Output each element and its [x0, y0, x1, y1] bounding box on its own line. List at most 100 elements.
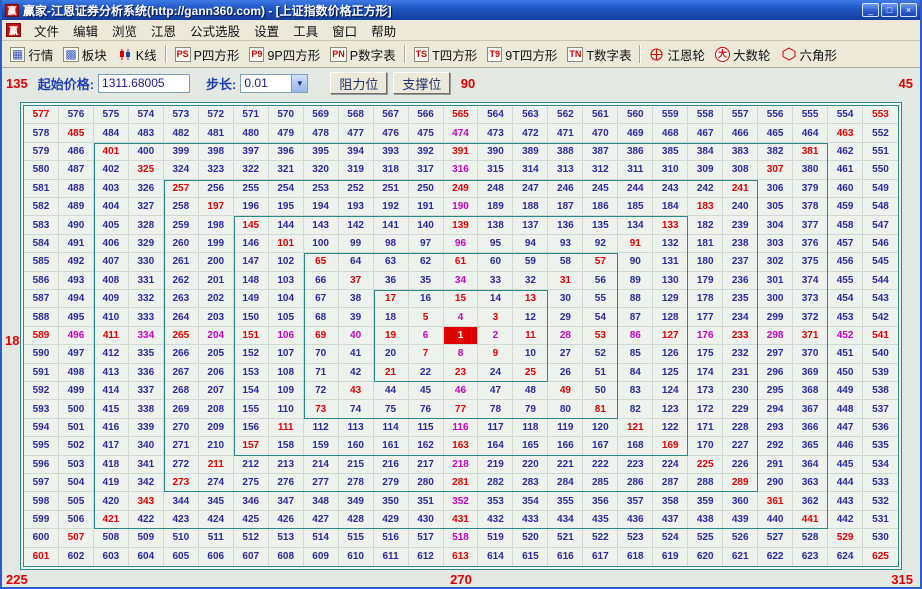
grid-cell: 475: [409, 124, 444, 142]
grid-cell: 280: [409, 474, 444, 492]
grid-cell: 620: [688, 548, 723, 566]
grid-cell: 477: [339, 124, 374, 142]
grid-cell: 623: [793, 548, 828, 566]
close-button[interactable]: ×: [900, 3, 917, 17]
menu-gann[interactable]: 江恩: [144, 19, 183, 42]
grid-cell: 335: [129, 345, 164, 363]
grid-cell: 117: [478, 419, 513, 437]
menu-tools[interactable]: 工具: [286, 19, 325, 42]
tb-t-square[interactable]: TST四方形: [409, 43, 483, 66]
tb-quotes[interactable]: ▦行情: [5, 43, 58, 66]
grid-cell: 318: [374, 161, 409, 179]
grid-cell: 293: [758, 419, 793, 437]
grid-cell: 440: [758, 511, 793, 529]
menu-formula-stock-pick[interactable]: 公式选股: [183, 19, 247, 42]
grid-cell: 311: [618, 161, 653, 179]
tb-big-number-wheel[interactable]: 大大数轮: [710, 43, 776, 66]
grid-cell: 141: [374, 216, 409, 234]
grid-cell: 103: [269, 272, 304, 290]
chevron-down-icon[interactable]: ▼: [291, 75, 307, 92]
grid-cell: 303: [758, 235, 793, 253]
grid-cell: 481: [199, 124, 234, 142]
grid-cell: 364: [793, 456, 828, 474]
grid-cell: 610: [339, 548, 374, 566]
grid-cell: 115: [409, 419, 444, 437]
grid-cell: 547: [863, 216, 898, 234]
grid-cell: 301: [758, 272, 793, 290]
grid-cell: 21: [374, 364, 409, 382]
grid-cell: 386: [618, 143, 653, 161]
grid-cell: 44: [374, 382, 409, 400]
grid-cell: 313: [548, 161, 583, 179]
toolbar: ▦行情▩板块K线 PSP四方形P99P四方形PNP数字表 TST四方形T99T四方形…: [2, 41, 920, 68]
menu-edit[interactable]: 编辑: [66, 19, 105, 42]
menu-view[interactable]: 浏览: [105, 19, 144, 42]
grid-cell: 600: [24, 529, 59, 547]
controls-bar: 135 起始价格: 步长: 0.01 ▼ 阻力位 支撑位 90 45: [2, 68, 920, 98]
menu-file[interactable]: 文件: [27, 19, 66, 42]
grid-cell: 202: [199, 290, 234, 308]
grid-cell: 182: [688, 216, 723, 234]
grid-cell: 325: [129, 161, 164, 179]
toolbar-separator: [639, 45, 641, 63]
grid-cell: 446: [828, 437, 863, 455]
grid-cell: 307: [758, 161, 793, 179]
tb-9p-square[interactable]: P99P四方形: [244, 43, 325, 66]
grid-cell: 492: [59, 253, 94, 271]
grid-cell: 250: [409, 180, 444, 198]
grid-cell: 278: [339, 474, 374, 492]
grid-cell: 415: [94, 400, 129, 418]
menu-settings[interactable]: 设置: [247, 19, 286, 42]
grid-cell: 439: [723, 511, 758, 529]
grid-cell: 513: [269, 529, 304, 547]
grid-cell: 187: [548, 198, 583, 216]
tb-9t-square[interactable]: T99T四方形: [482, 43, 562, 66]
step-combobox[interactable]: 0.01 ▼: [240, 74, 308, 93]
tb-hexagon[interactable]: 六角形: [776, 43, 843, 66]
grid-cell: 209: [199, 419, 234, 437]
grid-cell: 143: [304, 216, 339, 234]
grid-cell: 308: [723, 161, 758, 179]
tb-gann-wheel[interactable]: 江恩轮: [644, 43, 710, 66]
tb-p-square[interactable]: PSP四方形: [170, 43, 245, 66]
grid-cell: 236: [723, 272, 758, 290]
grid-cell: 39: [339, 308, 374, 326]
menu-help[interactable]: 帮助: [364, 19, 403, 42]
grid-cell: 397: [234, 143, 269, 161]
grid-cell: 500: [59, 400, 94, 418]
grid-cell: 370: [793, 345, 828, 363]
tb-t-number-table[interactable]: TNT数字表: [562, 43, 636, 66]
resistance-button[interactable]: 阻力位: [330, 72, 387, 94]
tb-p-number-table[interactable]: PNP数字表: [325, 43, 400, 66]
grid-cell: 432: [478, 511, 513, 529]
grid-cell: 27: [548, 345, 583, 363]
grid-cell: 581: [24, 180, 59, 198]
menu-window[interactable]: 窗口: [325, 19, 364, 42]
grid-cell: 616: [548, 548, 583, 566]
grid-cell: 26: [548, 364, 583, 382]
grid-cell: 569: [304, 106, 339, 124]
grid-cell: 34: [444, 272, 479, 290]
grid-cell: 429: [374, 511, 409, 529]
grid-cell: 506: [59, 511, 94, 529]
grid-cell: 556: [758, 106, 793, 124]
grid-cell: 200: [199, 253, 234, 271]
grid-cell: 126: [653, 345, 688, 363]
grid-cell: 17: [374, 290, 409, 308]
angle-315-label: 315: [891, 572, 913, 587]
grid-cell: 459: [828, 198, 863, 216]
support-button[interactable]: 支撑位: [393, 72, 450, 94]
grid-cell: 571: [234, 106, 269, 124]
start-price-input[interactable]: [98, 74, 190, 93]
grid-cell: 458: [828, 216, 863, 234]
grid-cell: 13: [513, 290, 548, 308]
grid-cell: 608: [269, 548, 304, 566]
tb-sectors[interactable]: ▩板块: [58, 43, 111, 66]
toolbar-item-label: 江恩轮: [667, 45, 705, 64]
grid-cell: 541: [863, 327, 898, 345]
minimize-button[interactable]: _: [862, 3, 879, 17]
tb-kline[interactable]: K线: [112, 43, 162, 66]
hexagon-icon: [781, 47, 797, 62]
maximize-button[interactable]: □: [881, 3, 898, 17]
grid-cell: 162: [409, 437, 444, 455]
